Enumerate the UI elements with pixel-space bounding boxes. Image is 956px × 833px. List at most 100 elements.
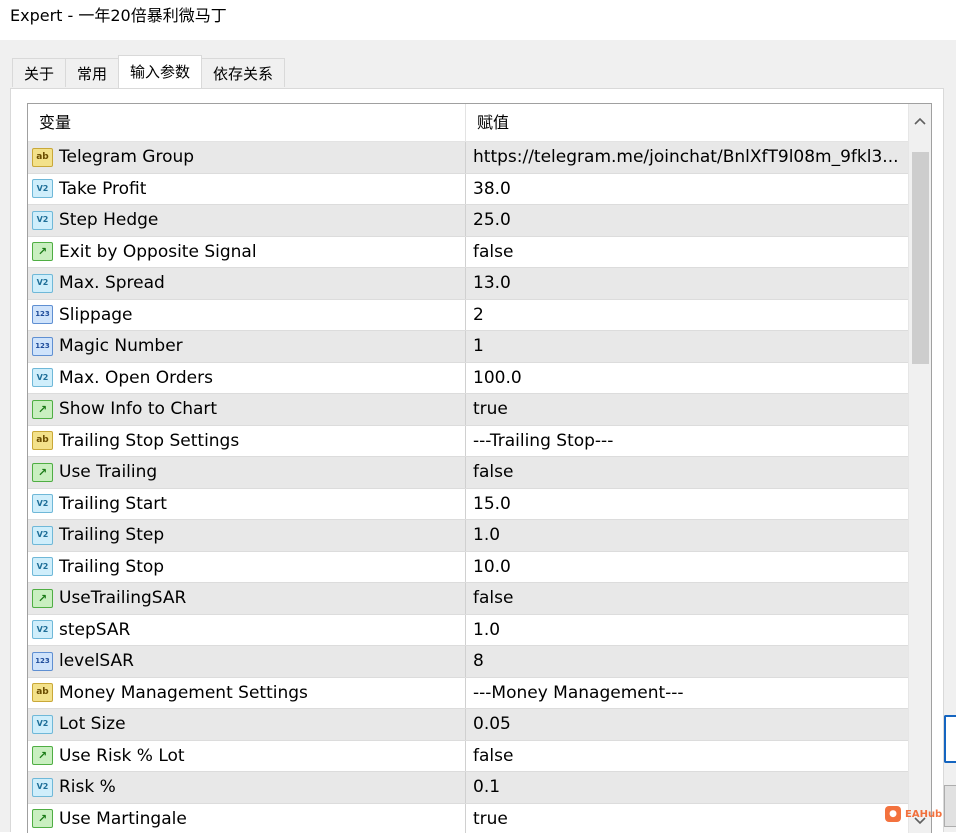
variable-cell: ↗Use Martingale: [28, 804, 466, 833]
table-row[interactable]: V2Take Profit38.0: [28, 174, 931, 206]
value-cell[interactable]: ---Trailing Stop---: [466, 426, 911, 457]
bool-icon: ↗: [32, 809, 53, 828]
table-row[interactable]: ↗ Use Risk % Lot false: [28, 741, 931, 773]
variable-cell: V2Max. Spread: [28, 268, 466, 299]
bool-icon: ↗: [32, 589, 53, 608]
grid-header: 变量 赋值: [28, 104, 931, 142]
value-cell[interactable]: 0.1: [466, 772, 911, 803]
tab-bar: 关于 常用 输入参数 依存关系: [12, 55, 284, 89]
column-header-value[interactable]: 赋值: [466, 104, 509, 141]
tab-about[interactable]: 关于: [12, 58, 66, 87]
variable-name: Step Hedge: [59, 210, 158, 230]
table-row[interactable]: V2Max. Spread13.0: [28, 268, 931, 300]
string-icon: ab: [32, 683, 53, 702]
variable-name: Show Info to Chart: [59, 399, 217, 419]
table-row[interactable]: ↗ Exit by Opposite Signal false: [28, 237, 931, 269]
value-cell[interactable]: https://telegram.me/joinchat/BnlXfT9l08m…: [466, 142, 911, 173]
double-icon: V2: [32, 368, 53, 387]
value-cell[interactable]: ---Money Management---: [466, 678, 911, 709]
variable-name: Slippage: [59, 305, 133, 325]
value-cell[interactable]: 0.05: [466, 709, 911, 740]
value-cell[interactable]: 2: [466, 300, 911, 331]
watermark: ● EAHub: [885, 806, 942, 822]
variable-name: Use Risk % Lot: [59, 746, 185, 766]
chevron-up-icon[interactable]: [909, 110, 931, 132]
variable-cell: ↗ Exit by Opposite Signal: [28, 237, 466, 268]
variable-cell: ↗UseTrailingSAR: [28, 583, 466, 614]
value-cell[interactable]: 1.0: [466, 520, 911, 551]
variable-name: Max. Spread: [59, 273, 165, 293]
value-cell[interactable]: 10.0: [466, 552, 911, 583]
variable-name: Telegram Group: [59, 147, 194, 167]
variable-cell: V2Trailing Step: [28, 520, 466, 551]
value-cell[interactable]: 100.0: [466, 363, 911, 394]
value-cell[interactable]: 38.0: [466, 174, 911, 205]
bool-icon: ↗: [32, 746, 53, 765]
variable-cell: V2Trailing Start: [28, 489, 466, 520]
scrollbar-thumb[interactable]: [912, 152, 929, 364]
tab-inputs[interactable]: 输入参数: [118, 55, 202, 88]
value-cell[interactable]: true: [466, 394, 911, 425]
value-cell[interactable]: false: [466, 583, 911, 614]
variable-cell: 123Magic Number: [28, 331, 466, 362]
variable-cell: abMoney Management Settings: [28, 678, 466, 709]
table-row[interactable]: ab Telegram Group https://telegram.me/join…: [28, 142, 931, 174]
variable-cell: V2stepSAR: [28, 615, 466, 646]
value-cell[interactable]: 8: [466, 646, 911, 677]
table-row[interactable]: V2stepSAR1.0: [28, 615, 931, 647]
variable-cell: ab Telegram Group: [28, 142, 466, 173]
side-button-edge[interactable]: [944, 785, 956, 827]
bool-icon: ↗: [32, 242, 53, 261]
variable-name: Trailing Start: [59, 494, 167, 514]
variable-cell: V2 Risk %: [28, 772, 466, 803]
value-cell[interactable]: 1: [466, 331, 911, 362]
vertical-scrollbar[interactable]: [908, 104, 931, 833]
tab-dependencies[interactable]: 依存关系: [201, 58, 285, 87]
table-row[interactable]: V2Trailing Stop10.0: [28, 552, 931, 584]
ok-button-edge[interactable]: [944, 715, 956, 763]
string-icon: ab: [32, 148, 53, 167]
double-icon: V2: [32, 557, 53, 576]
value-cell[interactable]: false: [466, 457, 911, 488]
table-row[interactable]: V2 Risk % 0.1: [28, 772, 931, 804]
value-cell[interactable]: 1.0: [466, 615, 911, 646]
double-icon: V2: [32, 778, 53, 797]
value-cell[interactable]: false: [466, 741, 911, 772]
expert-properties-dialog: 关于 常用 输入参数 依存关系 变量 赋值 ab Telegram Group ht…: [0, 40, 956, 832]
table-row[interactable]: ↗Show Info to Charttrue: [28, 394, 931, 426]
variable-name: Trailing Step: [59, 525, 164, 545]
variable-cell: V2Lot Size: [28, 709, 466, 740]
table-row[interactable]: abMoney Management Settings---Money Mana…: [28, 678, 931, 710]
table-row[interactable]: ↗Use Martingaletrue: [28, 804, 931, 833]
table-row[interactable]: abTrailing Stop Settings---Trailing Stop…: [28, 426, 931, 458]
double-icon: V2: [32, 715, 53, 734]
double-icon: V2: [32, 179, 53, 198]
tab-common[interactable]: 常用: [65, 58, 119, 87]
variable-name: Trailing Stop Settings: [59, 431, 239, 451]
table-row[interactable]: 123levelSAR8: [28, 646, 931, 678]
variable-cell: ↗Use Trailing: [28, 457, 466, 488]
value-cell[interactable]: 25.0: [466, 205, 911, 236]
table-row[interactable]: ↗UseTrailingSARfalse: [28, 583, 931, 615]
table-row[interactable]: 123Magic Number1: [28, 331, 931, 363]
table-row[interactable]: 123Slippage2: [28, 300, 931, 332]
variable-cell: V2Take Profit: [28, 174, 466, 205]
column-header-variable[interactable]: 变量: [28, 104, 466, 141]
table-row[interactable]: ↗Use Trailingfalse: [28, 457, 931, 489]
table-row[interactable]: V2Step Hedge25.0: [28, 205, 931, 237]
grid-rows: ab Telegram Group https://telegram.me/join…: [28, 142, 931, 833]
value-cell[interactable]: false: [466, 237, 911, 268]
variable-cell: V2Max. Open Orders: [28, 363, 466, 394]
value-cell[interactable]: true: [466, 804, 911, 833]
variable-name: Exit by Opposite Signal: [59, 242, 257, 262]
value-cell[interactable]: 15.0: [466, 489, 911, 520]
table-row[interactable]: V2Max. Open Orders100.0: [28, 363, 931, 395]
variable-cell: 123Slippage: [28, 300, 466, 331]
table-row[interactable]: V2Trailing Step1.0: [28, 520, 931, 552]
table-row[interactable]: V2Trailing Start15.0: [28, 489, 931, 521]
window-title: Expert - 一年20倍暴利微马丁: [10, 5, 227, 27]
variable-name: Risk %: [59, 777, 116, 797]
table-row[interactable]: V2Lot Size0.05: [28, 709, 931, 741]
variable-cell: V2Step Hedge: [28, 205, 466, 236]
value-cell[interactable]: 13.0: [466, 268, 911, 299]
